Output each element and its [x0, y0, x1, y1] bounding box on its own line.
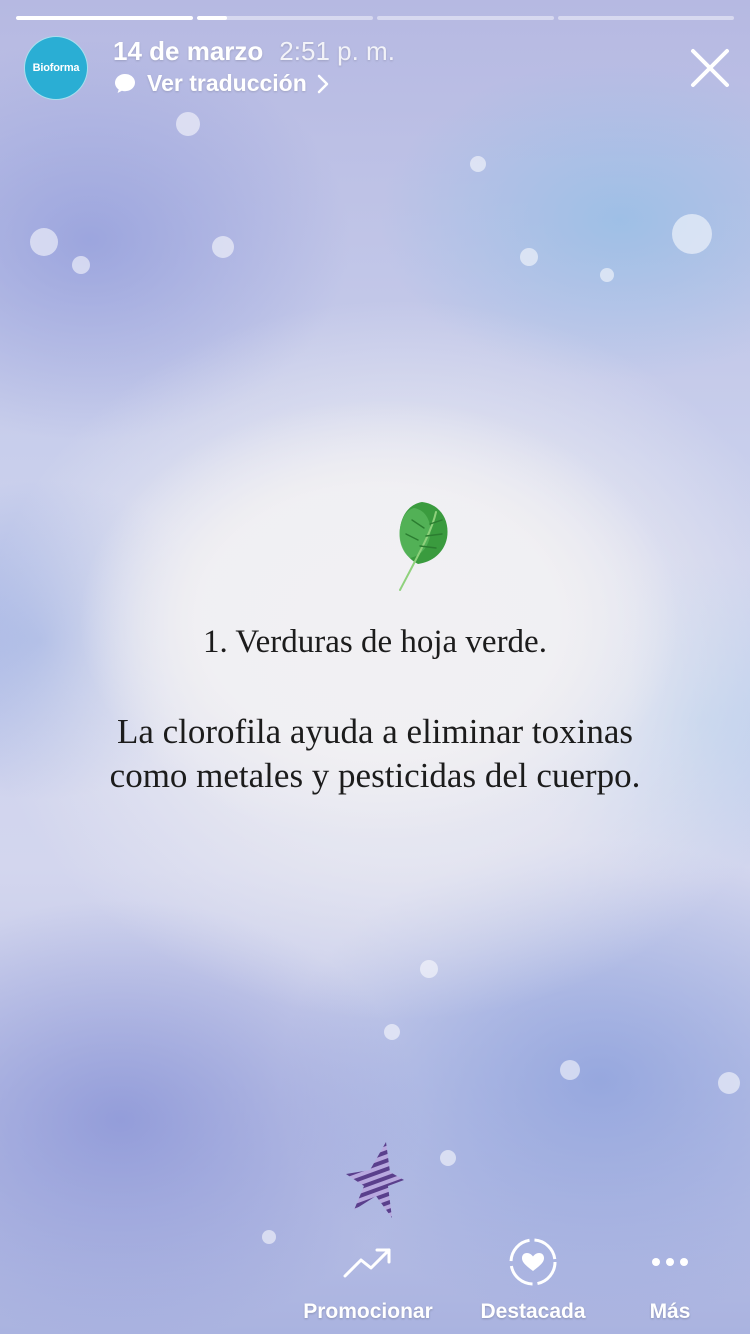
progress-segment: [377, 16, 554, 20]
more-button[interactable]: Más: [630, 1234, 710, 1324]
avatar-label: Bioforma: [32, 62, 80, 74]
speckle: [440, 1150, 456, 1166]
chevron-right-icon: [317, 74, 329, 93]
speckle: [384, 1024, 400, 1040]
speckle: [420, 960, 438, 978]
story-body-line: La clorofila ayuda a eliminar toxinas: [116, 712, 634, 751]
heart-circle-icon: [509, 1238, 557, 1286]
speckle: [262, 1230, 276, 1244]
see-translation-label: Ver traducción: [147, 70, 307, 96]
speckle: [560, 1060, 580, 1080]
promote-button[interactable]: Promocionar: [298, 1234, 438, 1324]
promote-label: Promocionar: [303, 1300, 433, 1323]
leaf-icon: [399, 502, 448, 591]
speckle: [212, 236, 234, 258]
speckle: [520, 248, 538, 266]
speckle: [718, 1072, 740, 1094]
story-progress: [16, 16, 734, 20]
more-label: Más: [649, 1300, 691, 1323]
speckle: [176, 112, 200, 136]
speckle: [72, 256, 90, 274]
star-sticker-icon: [346, 1142, 404, 1218]
progress-segment: [557, 16, 734, 20]
progress-segment: [196, 16, 373, 20]
trend-up-icon: [343, 1248, 391, 1278]
story-title: 1. Verduras de hoja verde.: [203, 624, 547, 660]
story-viewer[interactable]: Bioforma 14 de marzo 2:51 p. m. Ver tradu…: [0, 0, 750, 1334]
progress-segment: [16, 16, 193, 20]
see-translation-button[interactable]: Ver traducción: [113, 70, 329, 97]
story-time: 2:51 p. m.: [279, 36, 395, 66]
speckle: [30, 228, 58, 256]
speckle: [672, 214, 712, 254]
close-button[interactable]: [690, 48, 730, 88]
story-meta: 14 de marzo 2:51 p. m.: [113, 36, 395, 67]
close-icon: [691, 49, 729, 87]
highlight-label: Destacada: [480, 1300, 586, 1323]
story-date: 14 de marzo: [113, 36, 264, 66]
speckle: [470, 156, 486, 172]
story-body-line: como metales y pesticidas del cuerpo.: [109, 756, 641, 795]
highlight-button[interactable]: Destacada: [470, 1234, 596, 1324]
more-dots-icon: [652, 1258, 688, 1266]
speckle: [600, 268, 614, 282]
chat-bubble-icon: [115, 73, 135, 93]
avatar[interactable]: Bioforma: [24, 36, 88, 100]
